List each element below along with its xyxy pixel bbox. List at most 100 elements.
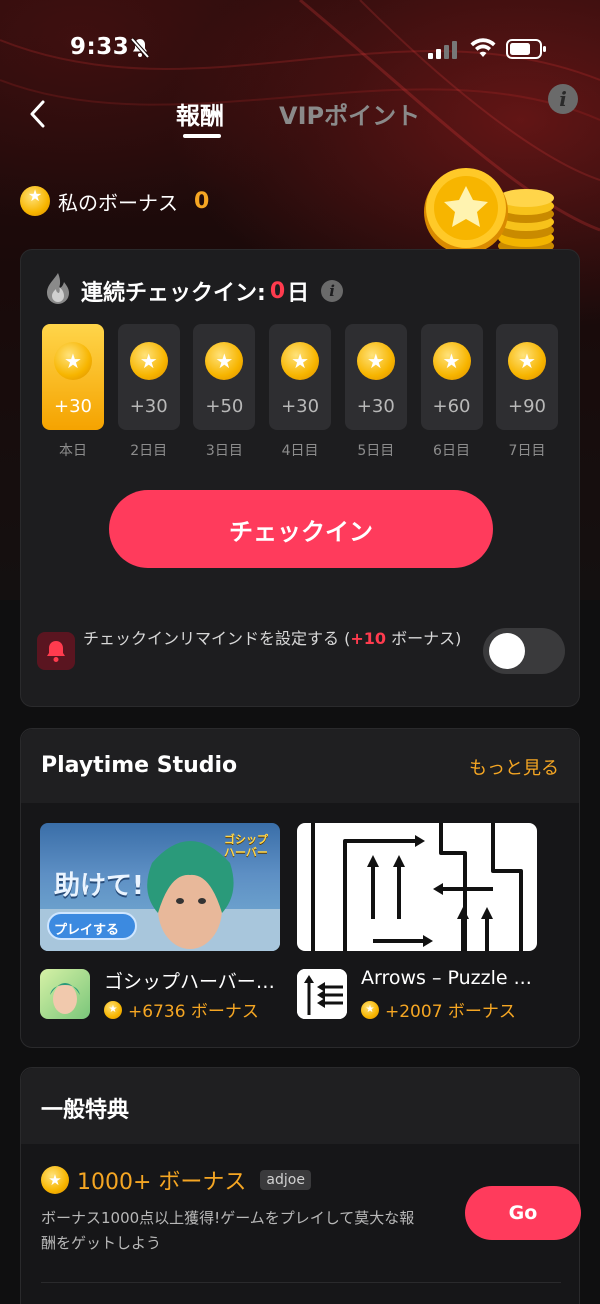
coin-icon <box>281 342 320 380</box>
game-info: Arrows – Puzzle ... +2007 ボーナス <box>297 967 537 1023</box>
checkin-day-5: +30 5日目 <box>344 324 407 460</box>
coin-icon <box>129 342 168 380</box>
general-header: 一般特典 <box>21 1068 579 1144</box>
coin-icon <box>104 1000 122 1019</box>
checkin-info-icon[interactable]: i <box>321 280 344 302</box>
day-label: 3日目 <box>205 443 243 459</box>
coin-icon <box>20 186 50 216</box>
reminder-bell-icon <box>37 632 75 670</box>
game-app-icon <box>40 969 90 1019</box>
checkin-day-7: +90 7日目 <box>496 324 558 460</box>
status-time: 9:33 <box>70 34 130 60</box>
reminder-bonus: +10 <box>350 629 387 648</box>
general-benefits-card: 一般特典 1000+ ボーナス adjoe ボーナス1000点以上獲得!ゲームを… <box>20 1067 581 1304</box>
offer-description: ボーナス1000点以上獲得!ゲームをプレイして莫大な報酬をゲットしよう <box>41 1209 415 1252</box>
cellular-signal-icon <box>428 40 460 64</box>
checkin-day-3: +50 3日目 <box>193 324 256 460</box>
game-thumbnail[interactable] <box>297 823 537 951</box>
day-tile: +50 <box>193 324 256 430</box>
divider <box>41 1282 561 1283</box>
checkin-day-6: +60 6日目 <box>420 324 483 460</box>
day-tile: +30 <box>117 324 180 430</box>
coin-icon <box>54 342 92 380</box>
day-points: +60 <box>432 396 471 417</box>
day-label: 7日目 <box>508 443 546 459</box>
reminder-suffix: ボーナス) <box>386 629 462 648</box>
back-icon[interactable] <box>28 98 48 134</box>
day-tile: +30 <box>42 324 104 430</box>
thumbnail-headline: 助けて! <box>54 871 144 901</box>
day-points: +30 <box>356 396 395 417</box>
checkin-day-2: +30 2日目 <box>117 324 180 460</box>
checkin-day-4: +30 4日目 <box>269 324 332 460</box>
checkin-days-count: 0 <box>269 278 286 304</box>
day-points: +90 <box>508 396 546 417</box>
game-app-icon <box>297 969 347 1019</box>
day-label: 4日目 <box>281 443 319 459</box>
day-label: 本日 <box>59 443 87 459</box>
coin-icon <box>41 1166 69 1194</box>
playtime-title: Playtime Studio <box>41 753 238 778</box>
checkin-reminder-row: チェックインリマインドを設定する (+10 ボーナス) <box>35 622 567 682</box>
playtime-studio-card: Playtime Studio もっと見る 助けて! プレイする ゴシップハーバ… <box>20 728 580 1048</box>
day-label: 6日目 <box>433 443 470 459</box>
day-points: +30 <box>54 396 92 417</box>
checkin-button[interactable]: チェックイン <box>109 490 493 568</box>
tab-vip-points[interactable]: VIPポイント <box>279 96 420 131</box>
checkin-card: 連続チェックイン: 0 日 i +30 本日 +30 2日目 +50 3日目 <box>20 249 580 707</box>
day-points: +50 <box>205 396 244 417</box>
thumbnail-play-label: プレイする <box>54 923 120 938</box>
my-bonus-label: 私のボーナス <box>58 190 178 215</box>
day-label: 2日目 <box>130 443 168 459</box>
toggle-knob <box>489 633 525 669</box>
coin-icon <box>356 342 395 380</box>
game-info: ゴシップハーバー: ... +6736 ボーナス <box>40 967 280 1023</box>
day-tile: +30 <box>269 324 332 430</box>
coin-icon <box>508 342 546 380</box>
battery-icon <box>506 38 548 64</box>
see-more-link[interactable]: もっと見る <box>469 754 559 780</box>
coin-icon <box>205 342 244 380</box>
day-tile: +60 <box>420 324 483 430</box>
coin-icon <box>361 1000 379 1019</box>
checkin-days-unit: 日 <box>287 281 310 306</box>
status-bar: 9:33 <box>0 28 600 68</box>
tab-active-indicator <box>183 134 221 138</box>
game-name: Arrows – Puzzle ... <box>361 967 532 989</box>
my-bonus-row: 私のボーナス 0 <box>20 184 209 218</box>
day-tile: +30 <box>344 324 407 430</box>
my-bonus-value: 0 <box>194 188 210 214</box>
silent-mode-icon <box>128 36 152 64</box>
reminder-toggle[interactable] <box>483 628 565 674</box>
offer-provider-tag: adjoe <box>260 1170 311 1190</box>
day-label: 5日目 <box>357 443 395 459</box>
coin-icon <box>432 342 471 380</box>
game-bonus: +6736 ボーナス <box>104 997 259 1022</box>
day-points: +30 <box>129 396 168 417</box>
game-thumbnail[interactable]: 助けて! プレイする ゴシップハーバー <box>40 823 280 951</box>
offer-title: 1000+ ボーナス <box>77 1170 247 1195</box>
offer-item: 1000+ ボーナス adjoe ボーナス1000点以上獲得!ゲームをプレイして… <box>41 1164 581 1284</box>
reminder-prefix: チェックインリマインドを設定する ( <box>83 629 351 648</box>
playtime-header: Playtime Studio もっと見る <box>21 729 579 803</box>
game-logo: ゴシップハーバー <box>224 833 268 859</box>
day-points: +30 <box>281 396 320 417</box>
wifi-icon <box>470 37 496 63</box>
general-title: 一般特典 <box>41 1098 130 1123</box>
tab-rewards[interactable]: 報酬 <box>176 96 224 131</box>
game-card-gossip-harbor[interactable]: 助けて! プレイする ゴシップハーバー ゴシップハーバー: ... +6736 … <box>40 823 280 1023</box>
checkin-streak-title: 連続チェックイン: 0 日 i <box>45 272 344 310</box>
game-bonus: +2007 ボーナス <box>361 997 516 1022</box>
flame-icon <box>45 272 71 310</box>
reminder-text: チェックインリマインドを設定する (+10 ボーナス) <box>83 626 479 652</box>
coin-stack-illustration <box>414 168 564 262</box>
game-bonus-value: +2007 ボーナス <box>385 1002 516 1022</box>
info-icon[interactable]: i <box>548 84 578 114</box>
day-tile: +90 <box>496 324 558 430</box>
game-name: ゴシップハーバー: ... <box>104 971 280 993</box>
checkin-title-label: 連続チェックイン: <box>81 281 266 306</box>
game-bonus-value: +6736 ボーナス <box>128 1002 259 1022</box>
checkin-days-row: +30 本日 +30 2日目 +50 3日目 +30 4日目 <box>42 324 558 464</box>
game-card-arrows-puzzle[interactable]: Arrows – Puzzle ... +2007 ボーナス <box>297 823 537 1023</box>
go-button[interactable]: Go <box>465 1186 581 1240</box>
